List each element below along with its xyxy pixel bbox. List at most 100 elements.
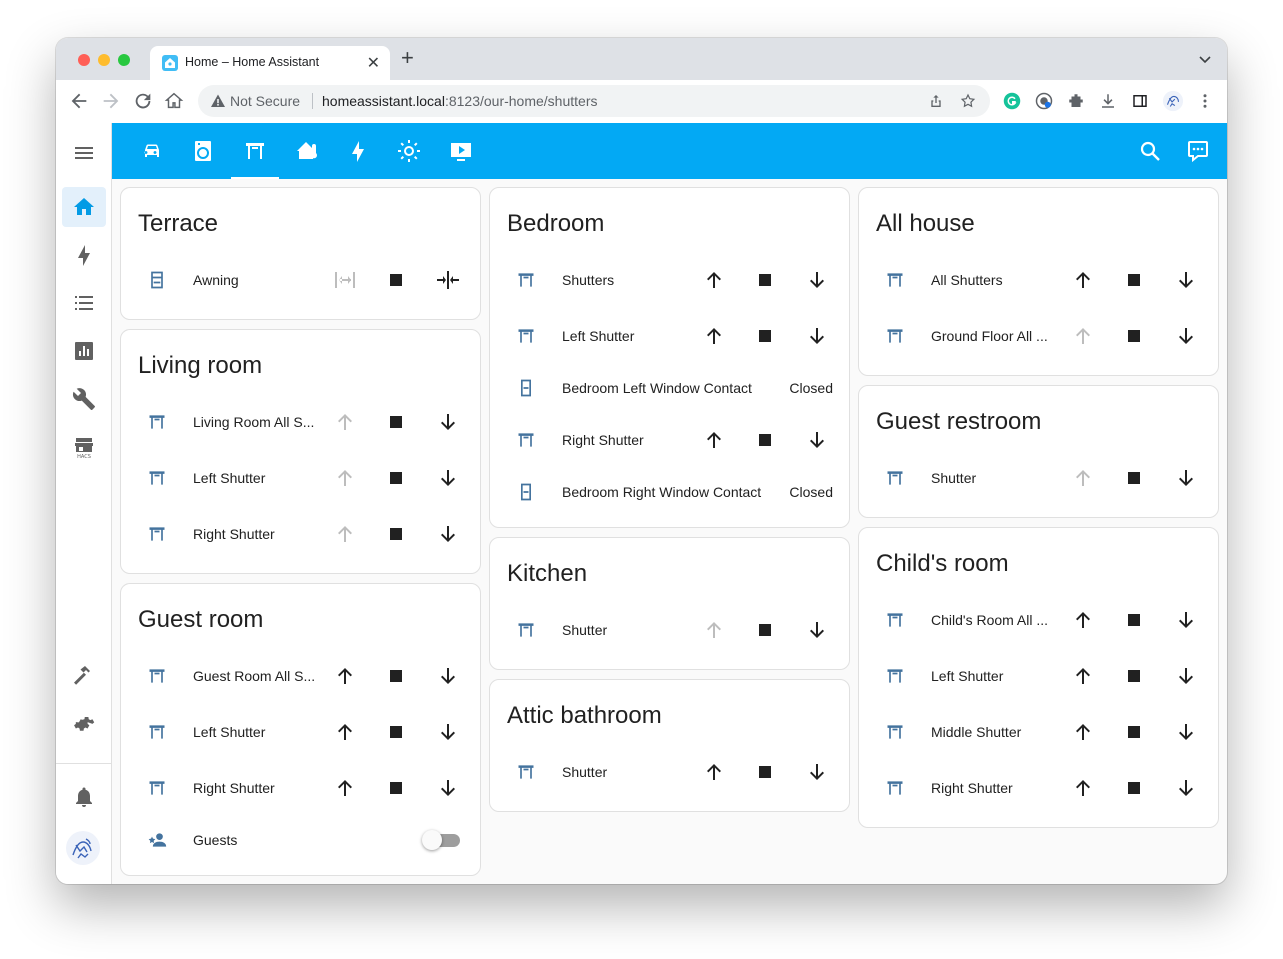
- window-shutter-icon[interactable]: [147, 412, 167, 432]
- window-shutter-icon[interactable]: [885, 326, 905, 346]
- arrow-down-icon[interactable]: [436, 776, 460, 800]
- arrow-down-icon[interactable]: [436, 410, 460, 434]
- arrow-down-icon[interactable]: [1174, 664, 1198, 688]
- window-shutter-icon[interactable]: [516, 326, 536, 346]
- stop-icon[interactable]: [384, 522, 408, 546]
- stop-icon[interactable]: [384, 410, 408, 434]
- arrow-down-icon[interactable]: [805, 760, 829, 784]
- arrow-up-icon[interactable]: [702, 324, 726, 348]
- sidebar-item-logbook[interactable]: [62, 283, 106, 323]
- address-bar[interactable]: Not Secure homeassistant.local:8123/our-…: [198, 85, 990, 117]
- entity-name[interactable]: Left Shutter: [193, 470, 265, 486]
- minimize-window-button[interactable]: [98, 54, 110, 66]
- stop-icon[interactable]: [384, 664, 408, 688]
- tab-close-icon[interactable]: ✕: [367, 53, 380, 73]
- entity-name[interactable]: Right Shutter: [562, 432, 644, 448]
- stop-icon[interactable]: [384, 268, 408, 292]
- view-tab-laundry[interactable]: [179, 123, 227, 179]
- arrow-up-icon[interactable]: [333, 466, 357, 490]
- account-star-icon[interactable]: [147, 830, 167, 850]
- bookmark-star-icon[interactable]: [960, 93, 976, 109]
- arrow-up-icon[interactable]: [333, 410, 357, 434]
- arrow-up-icon[interactable]: [1071, 664, 1095, 688]
- forward-icon[interactable]: [100, 90, 122, 112]
- close-window-button[interactable]: [78, 54, 90, 66]
- window-shutter-icon[interactable]: [516, 270, 536, 290]
- arrow-up-icon[interactable]: [1071, 324, 1095, 348]
- arrow-down-icon[interactable]: [436, 466, 460, 490]
- stop-icon[interactable]: [1122, 466, 1146, 490]
- home-icon[interactable]: [163, 90, 185, 112]
- entity-name[interactable]: Right Shutter: [931, 780, 1013, 796]
- sidebar-item-developer-tools[interactable]: [62, 655, 106, 695]
- browser-tab[interactable]: Home – Home Assistant ✕: [150, 46, 390, 80]
- stop-icon[interactable]: [753, 760, 777, 784]
- arrow-down-icon[interactable]: [1174, 324, 1198, 348]
- window-closed-icon[interactable]: [516, 482, 536, 502]
- stop-icon[interactable]: [753, 428, 777, 452]
- window-shutter-icon[interactable]: [147, 778, 167, 798]
- arrow-up-icon[interactable]: [1071, 466, 1095, 490]
- arrow-down-icon[interactable]: [1174, 720, 1198, 744]
- stop-icon[interactable]: [384, 466, 408, 490]
- arrow-up-icon[interactable]: [1071, 776, 1095, 800]
- view-tab-media[interactable]: [437, 123, 485, 179]
- entity-name[interactable]: Guest Room All S...: [193, 668, 315, 684]
- sidebar-item-tools[interactable]: [62, 379, 106, 419]
- arrow-up-icon[interactable]: [333, 664, 357, 688]
- sidebar-item-settings[interactable]: [62, 703, 106, 743]
- arrow-up-icon[interactable]: [702, 760, 726, 784]
- window-shutter-icon[interactable]: [885, 468, 905, 488]
- view-tab-energy[interactable]: [334, 123, 382, 179]
- stop-icon[interactable]: [384, 720, 408, 744]
- entity-name[interactable]: Right Shutter: [193, 780, 275, 796]
- stop-icon[interactable]: [753, 268, 777, 292]
- stop-icon[interactable]: [753, 618, 777, 642]
- view-tab-shutters[interactable]: [231, 123, 279, 179]
- chevron-down-icon[interactable]: [1197, 51, 1213, 67]
- entity-name[interactable]: Bedroom Right Window Contact: [562, 484, 761, 500]
- window-shutter-icon[interactable]: [516, 620, 536, 640]
- arrow-down-icon[interactable]: [805, 618, 829, 642]
- stop-icon[interactable]: [1122, 268, 1146, 292]
- arrow-up-icon[interactable]: [333, 720, 357, 744]
- arrow-down-icon[interactable]: [436, 664, 460, 688]
- entity-name[interactable]: Shutters: [562, 272, 614, 288]
- sidebar-item-history[interactable]: [62, 331, 106, 371]
- stop-icon[interactable]: [1122, 324, 1146, 348]
- entity-name[interactable]: Left Shutter: [931, 668, 1003, 684]
- arrow-down-icon[interactable]: [436, 720, 460, 744]
- window-closed-icon[interactable]: [516, 378, 536, 398]
- arrow-down-icon[interactable]: [436, 522, 460, 546]
- arrow-up-icon[interactable]: [702, 268, 726, 292]
- new-tab-button[interactable]: +: [401, 47, 414, 69]
- arrow-up-icon[interactable]: [702, 428, 726, 452]
- window-shutter-icon[interactable]: [885, 722, 905, 742]
- arrow-down-icon[interactable]: [805, 268, 829, 292]
- guests-toggle[interactable]: [422, 830, 460, 850]
- stop-icon[interactable]: [1122, 776, 1146, 800]
- window-shutter-icon[interactable]: [147, 524, 167, 544]
- browser-menu-icon[interactable]: [1196, 92, 1214, 110]
- window-shutter-icon[interactable]: [516, 762, 536, 782]
- entity-name[interactable]: Living Room All S...: [193, 414, 314, 430]
- view-tab-car[interactable]: [128, 123, 176, 179]
- warning-icon[interactable]: [210, 93, 226, 109]
- arrow-down-icon[interactable]: [1174, 776, 1198, 800]
- back-icon[interactable]: [68, 90, 90, 112]
- entity-name[interactable]: Guests: [193, 832, 237, 848]
- entity-name[interactable]: Child's Room All ...: [931, 612, 1048, 628]
- grammarly-extension-icon[interactable]: [1003, 92, 1021, 110]
- open-tilt-icon[interactable]: [436, 268, 460, 292]
- stop-icon[interactable]: [753, 324, 777, 348]
- arrow-down-icon[interactable]: [1174, 608, 1198, 632]
- sidebar-item-energy[interactable]: [62, 235, 106, 275]
- entity-name[interactable]: All Shutters: [931, 272, 1003, 288]
- side-panel-icon[interactable]: [1131, 92, 1149, 110]
- stop-icon[interactable]: [1122, 608, 1146, 632]
- search-icon[interactable]: [1138, 139, 1162, 163]
- arrow-down-icon[interactable]: [805, 428, 829, 452]
- share-icon[interactable]: [928, 93, 944, 109]
- arrow-down-icon[interactable]: [805, 324, 829, 348]
- entity-name[interactable]: Ground Floor All ...: [931, 328, 1048, 344]
